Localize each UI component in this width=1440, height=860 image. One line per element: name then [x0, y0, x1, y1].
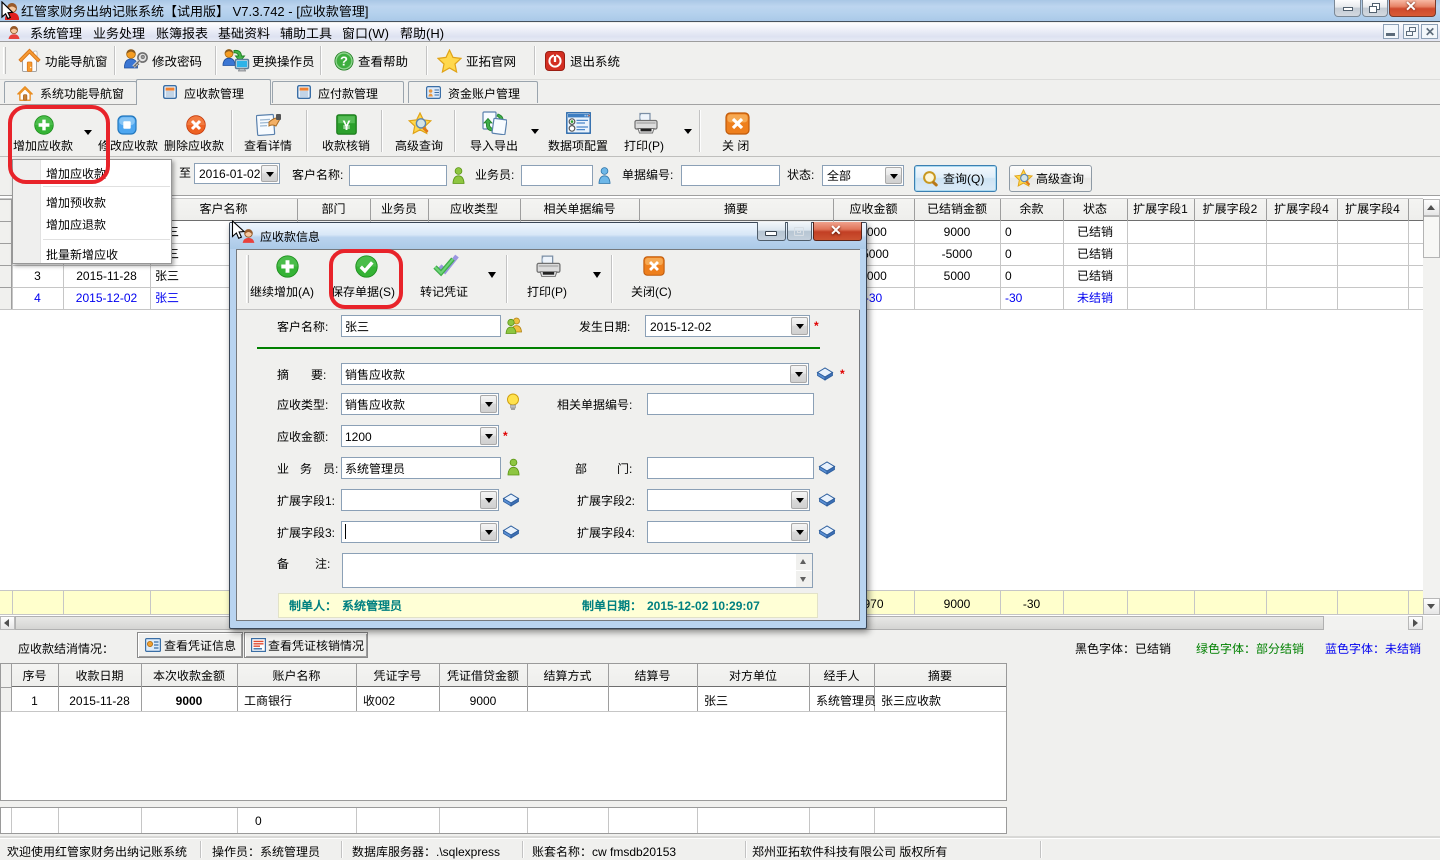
svg-text:?: ? — [340, 54, 348, 69]
svg-text:¥: ¥ — [343, 117, 351, 133]
